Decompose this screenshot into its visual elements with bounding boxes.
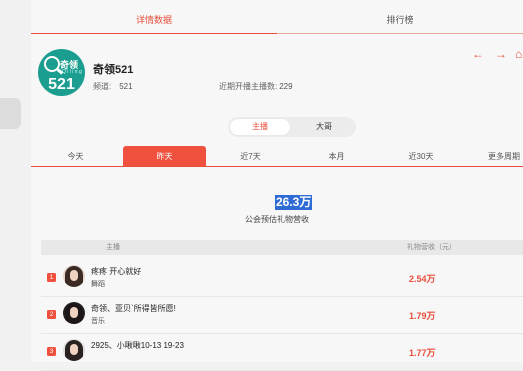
- tab-divider: [277, 33, 523, 34]
- channel-label: 频道:: [93, 82, 112, 91]
- period-more[interactable]: 更多周期: [464, 146, 523, 167]
- gift-revenue: 1.77万: [409, 348, 436, 358]
- avatar: [63, 265, 85, 287]
- column-streamer: 主播: [106, 244, 120, 251]
- rank-badge: 1: [47, 273, 56, 282]
- streamer-name: 2925、小啾啾10-13 19-23: [91, 341, 184, 350]
- period-30days[interactable]: 近30天: [378, 146, 464, 167]
- period-7days[interactable]: 近7天: [206, 146, 295, 167]
- tab-leaderboard[interactable]: 排行榜: [277, 10, 523, 34]
- home-icon[interactable]: ⌂: [515, 47, 522, 61]
- channel-value: 521: [119, 82, 133, 91]
- period-yesterday[interactable]: 昨天: [123, 146, 206, 167]
- streamer-name: 奇领、亚贝`所得皆所愿!: [91, 304, 176, 313]
- toggle-streamer[interactable]: 主播: [230, 119, 290, 135]
- streamer-category: 音乐: [91, 318, 105, 325]
- revenue-value: 26.3万: [275, 195, 313, 210]
- left-sidebar: [0, 0, 31, 362]
- streamer-name: 疼疼 开心就好: [91, 267, 142, 276]
- period-tabs: 今天 昨天 近7天 本月 近30天 更多周期: [31, 146, 523, 167]
- logo-brand-subtext: Q i l i n g: [62, 69, 82, 75]
- logo-number: 521: [48, 76, 75, 93]
- channel-info: 频道: 521: [93, 81, 133, 92]
- table-row[interactable]: 3 2925、小啾啾10-13 19-23 1.77万: [41, 335, 523, 371]
- main-panel: 详情数据 排行榜 奇领 Q i l i n g 521 奇领521 频道: 521…: [31, 0, 523, 371]
- avatar: [63, 339, 85, 361]
- column-gift-revenue: 礼物营收（元）: [407, 244, 456, 251]
- q-logo-icon: [44, 56, 60, 72]
- back-arrow-icon[interactable]: ←: [472, 47, 484, 61]
- table-row[interactable]: 1 疼疼 开心就好 舞蹈 2.54万: [41, 261, 523, 297]
- toggle-big-brother[interactable]: 大哥: [294, 119, 354, 135]
- recent-streamers-value: 229: [279, 82, 293, 91]
- rank-badge: 3: [47, 347, 56, 356]
- period-underline: [31, 165, 523, 167]
- period-today[interactable]: 今天: [31, 146, 120, 167]
- sidebar-selected-item[interactable]: [0, 98, 21, 129]
- tab-details[interactable]: 详情数据: [31, 10, 277, 34]
- recent-streamers-label: 近期开播主播数:: [219, 82, 278, 91]
- table-row[interactable]: 2 奇领、亚贝`所得皆所愿! 音乐 1.79万: [41, 298, 523, 334]
- table-header: 主播 礼物营收（元）: [41, 240, 523, 255]
- streamer-category: 舞蹈: [91, 281, 105, 288]
- gift-revenue: 2.54万: [409, 274, 436, 284]
- period-this-month[interactable]: 本月: [295, 146, 378, 167]
- recent-streamers-info: 近期开播主播数: 229: [219, 81, 293, 92]
- role-toggle: 主播 大哥: [228, 117, 356, 137]
- avatar: [63, 302, 85, 324]
- gift-revenue: 1.79万: [409, 311, 436, 321]
- guild-logo: 奇领 Q i l i n g 521: [38, 49, 85, 96]
- rank-badge: 2: [47, 310, 56, 319]
- revenue-label: 公会预估礼物营收: [245, 215, 309, 224]
- guild-name: 奇领521: [93, 64, 134, 76]
- top-tabs: 详情数据 排行榜: [31, 10, 523, 34]
- forward-arrow-icon[interactable]: →: [495, 47, 507, 61]
